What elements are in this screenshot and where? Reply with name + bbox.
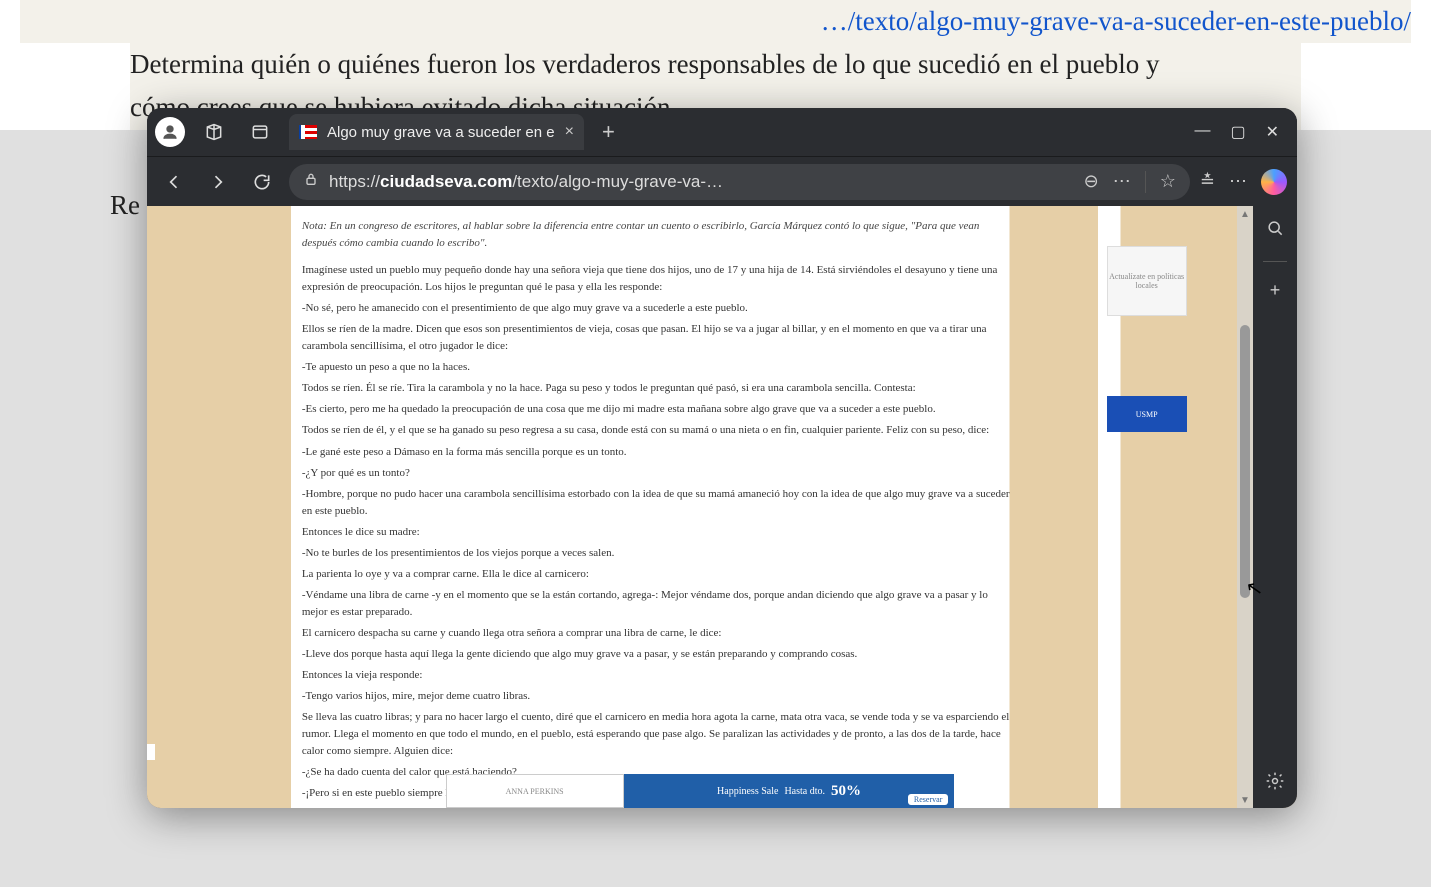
page-actions-icon[interactable]: ⋯ — [1113, 171, 1131, 192]
scroll-thumb[interactable] — [1240, 325, 1250, 599]
tab-overview-icon — [250, 122, 270, 142]
nav-forward-button[interactable] — [201, 165, 235, 199]
story-paragraph: Se lleva las cuatro libras; y para no ha… — [302, 709, 1010, 760]
story-paragraph: -No te burles de los presentimientos de … — [302, 545, 1010, 562]
story-paragraph: Ellos se ríen de la madre. Dicen que eso… — [302, 321, 1010, 355]
url-host: ciudadseva.com — [380, 172, 512, 191]
sidebar-separator — [1263, 261, 1287, 262]
browser-sidebar: + — [1253, 206, 1297, 808]
story-paragraph: -¿Y por qué es un tonto? — [302, 465, 1010, 482]
tab-strip: Algo muy grave va a suceder en e × + — ▢… — [147, 108, 1297, 156]
collapse-caret-icon[interactable]: ⌄ — [147, 744, 155, 760]
window-close-button[interactable]: ✕ — [1266, 122, 1279, 142]
address-url: https://ciudadseva.com/texto/algo-muy-gr… — [329, 172, 723, 192]
page-viewport[interactable]: Nota: En un congreso de escritores, al h… — [147, 206, 1253, 808]
favicon-flag-icon — [299, 125, 317, 139]
story-paragraph: Imagínese usted un pueblo muy pequeño do… — [302, 262, 1010, 296]
person-icon — [161, 123, 179, 141]
banner-brand: ANNA PERKINS — [446, 774, 624, 808]
address-bar[interactable]: https://ciudadseva.com/texto/algo-muy-gr… — [289, 164, 1190, 200]
scroll-up-arrow-icon[interactable]: ▲ — [1237, 206, 1253, 222]
workspaces-icon — [204, 122, 224, 142]
toolbar-right: ≛ ⋯ — [1200, 169, 1287, 195]
window-controls: — ▢ ✕ — [1194, 122, 1289, 142]
tab-close-button[interactable]: × — [565, 123, 574, 141]
nav-back-button[interactable] — [157, 165, 191, 199]
background-url-fragment: …/texto/algo-muy-grave-va-a-suceder-en-e… — [20, 0, 1411, 43]
more-button[interactable]: ⋯ — [1229, 171, 1247, 192]
story-note: Nota: En un congreso de escritores, al h… — [302, 218, 1010, 252]
story-paragraph: Todos se ríen. Él se ríe. Tira la caramb… — [302, 380, 1010, 397]
sidebar-settings-icon[interactable] — [1265, 771, 1285, 796]
scroll-track[interactable] — [1237, 222, 1253, 792]
banner-deal-prefix: Hasta dto. — [784, 786, 825, 797]
browser-window: Algo muy grave va a suceder en e × + — ▢… — [147, 108, 1297, 808]
window-maximize-button[interactable]: ▢ — [1230, 122, 1245, 142]
story-paragraph: -Es cierto, pero me ha quedado la preocu… — [302, 401, 1010, 418]
copilot-icon[interactable] — [1261, 169, 1287, 195]
zoom-indicator-icon[interactable]: ⊖ — [1084, 171, 1099, 192]
story-paragraph: La parienta lo oye y va a comprar carne.… — [302, 566, 1010, 583]
url-scheme: https:// — [329, 172, 380, 191]
arrow-left-icon — [164, 172, 184, 192]
story-paragraph: -Te apuesto un peso a que no la haces. — [302, 359, 1010, 376]
bottom-banner-ad[interactable]: ANNA PERKINS Happiness Sale Hasta dto. 5… — [446, 774, 955, 808]
banner-deal-pct: 50% — [831, 783, 861, 800]
scroll-down-arrow-icon[interactable]: ▼ — [1237, 792, 1253, 808]
toolbar: https://ciudadseva.com/texto/algo-muy-gr… — [147, 156, 1297, 206]
vertical-scrollbar[interactable]: ▲ ▼ — [1237, 206, 1253, 808]
sidebar-ad-1[interactable]: Actualízate en políticas locales — [1107, 246, 1187, 316]
story-paragraph: -Le gané este peso a Dámaso en la forma … — [302, 444, 1010, 461]
sidebar-add-icon[interactable]: + — [1270, 280, 1281, 301]
story-paragraph: El carnicero despacha su carne y cuando … — [302, 625, 1010, 642]
story-paragraph: Entonces le dice su madre: — [302, 524, 1010, 541]
tab-actions-button[interactable] — [243, 115, 277, 149]
address-separator — [1145, 171, 1146, 193]
url-path: /texto/algo-muy-grave-va-… — [512, 172, 723, 191]
workspaces-button[interactable] — [197, 115, 231, 149]
story-paragraph: -Véndame una libra de carne -y en el mom… — [302, 587, 1010, 621]
favorite-star-icon[interactable]: ☆ — [1160, 171, 1176, 192]
lock-icon — [303, 171, 319, 192]
story-paragraph: -Lleve dos porque hasta aquí llega la ge… — [302, 646, 1010, 663]
webpage: Nota: En un congreso de escritores, al h… — [147, 206, 1253, 808]
content-area: Nota: En un congreso de escritores, al h… — [147, 206, 1297, 808]
sidebar-search-icon[interactable] — [1265, 218, 1285, 243]
story-paragraph: Entonces la vieja responde: — [302, 667, 1010, 684]
background-question-line1: Determina quién o quiénes fueron los ver… — [130, 43, 1301, 86]
sidebar-ad-2[interactable]: USMP — [1107, 396, 1187, 432]
collections-button[interactable]: ≛ — [1200, 171, 1215, 192]
tab-title: Algo muy grave va a suceder en e — [327, 124, 555, 141]
nav-reload-button[interactable] — [245, 165, 279, 199]
arrow-right-icon — [208, 172, 228, 192]
window-minimize-button[interactable]: — — [1194, 122, 1210, 142]
story-text: Nota: En un congreso de escritores, al h… — [302, 218, 1010, 808]
banner-offer: Happiness Sale Hasta dto. 50% Reservar — [624, 774, 955, 808]
reload-icon — [252, 172, 272, 192]
story-paragraph: Todos se ríen de él, y el que se ha gana… — [302, 422, 1010, 439]
new-tab-button[interactable]: + — [596, 119, 621, 145]
story-paragraph: -No sé, pero he amanecido con el present… — [302, 300, 1010, 317]
story-paragraph: -Tengo varios hijos, mire, mejor deme cu… — [302, 688, 1010, 705]
active-tab[interactable]: Algo muy grave va a suceder en e × — [289, 114, 584, 150]
address-actions: ⊖ ⋯ ☆ — [1084, 171, 1176, 193]
background-heading-fragment: Re — [110, 190, 140, 221]
profile-button[interactable] — [155, 117, 185, 147]
banner-cta-button[interactable]: Reservar — [908, 794, 948, 805]
banner-label: Happiness Sale — [717, 786, 778, 797]
usmp-logo-text: USMP — [1136, 410, 1158, 419]
story-paragraph: -Hombre, porque no pudo hacer una caramb… — [302, 486, 1010, 520]
